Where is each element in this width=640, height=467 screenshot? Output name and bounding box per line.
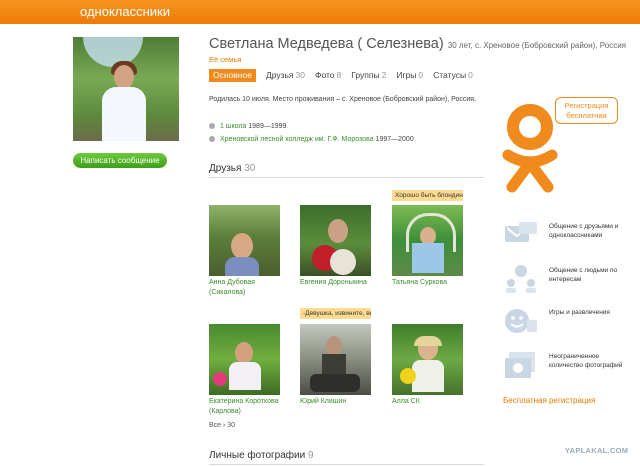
profile-avatar[interactable] bbox=[73, 37, 179, 141]
profile-bio: Родилась 10 июля. Место проживания – с. … bbox=[209, 96, 477, 103]
education-item: 1 школа 1989—1999 bbox=[209, 123, 286, 130]
chat-bubbles-icon bbox=[505, 222, 537, 242]
school-link[interactable]: 1 школа bbox=[220, 123, 246, 130]
school-years: 1989—1999 bbox=[248, 123, 287, 130]
friend-status-tooltip: Хорошо быть блондин bbox=[392, 190, 463, 201]
friend-name[interactable]: Юрий Клишин bbox=[300, 397, 380, 407]
friend-name[interactable]: Татьяна Суркова bbox=[392, 278, 472, 288]
friend-name[interactable]: Анна Дубовая (Сикалова) bbox=[209, 278, 289, 298]
friend-photo[interactable] bbox=[392, 324, 463, 395]
watermark-text: YAPLAKAL.COM bbox=[565, 446, 629, 455]
tab-friends[interactable]: Друзья 30 bbox=[266, 69, 305, 82]
profile-tabs: Основное Друзья 30 Фото 8 Группы 2 Игры 0 Ст… bbox=[209, 69, 483, 82]
send-message-button[interactable]: Написать сообщение bbox=[73, 153, 167, 168]
tab-main[interactable]: Основное bbox=[209, 69, 256, 82]
odnoklassniki-logo-icon bbox=[502, 104, 558, 193]
friend-card[interactable]: Екатерина Короткова (Карлова) bbox=[209, 324, 289, 417]
profile-name-line: Светлана Медведева ( Селезнева) 30 лет, … bbox=[209, 36, 626, 52]
friend-photo[interactable] bbox=[300, 324, 371, 395]
tab-photos[interactable]: Фото 8 bbox=[315, 69, 341, 82]
people-interests-icon bbox=[506, 265, 536, 293]
personal-photos-title[interactable]: Личные фотографии 9 bbox=[209, 450, 314, 461]
games-smiley-icon bbox=[505, 309, 537, 333]
education-item: Хреновской лесной колледж им. Г.Ф. Мороз… bbox=[209, 136, 414, 143]
top-bar: одноклассники bbox=[0, 0, 640, 24]
friend-card[interactable]: Евгения Доронькина bbox=[300, 205, 380, 288]
promo-feature-text: Игры и развлечения bbox=[549, 309, 610, 316]
tab-statuses[interactable]: Статусы 0 bbox=[433, 69, 473, 82]
friend-photo[interactable] bbox=[392, 205, 463, 276]
promo-feature-text: Общение с друзьями и одноклассниками bbox=[549, 223, 619, 239]
college-icon bbox=[209, 136, 215, 143]
friend-card[interactable]: Татьяна Суркова bbox=[392, 205, 472, 288]
friend-name[interactable]: Евгения Доронькина bbox=[300, 278, 380, 288]
site-logo[interactable]: одноклассники bbox=[80, 4, 170, 19]
friend-card[interactable]: Юрий Клишин bbox=[300, 324, 380, 407]
school-icon bbox=[209, 123, 215, 130]
friend-photo[interactable] bbox=[209, 205, 280, 276]
friends-section-title[interactable]: Друзья 30 bbox=[209, 163, 255, 174]
friend-photo[interactable] bbox=[209, 324, 280, 395]
promo-feature-text: Неограниченное количество фотографий bbox=[549, 353, 623, 369]
friend-status-tooltip: -Девушка, извините, вы bbox=[300, 308, 371, 319]
college-link[interactable]: Хреновской лесной колледж им. Г.Ф. Мороз… bbox=[220, 136, 374, 143]
tab-games[interactable]: Игры 0 bbox=[396, 69, 423, 82]
friend-card[interactable]: Алла СК bbox=[392, 324, 472, 407]
family-link[interactable]: Её семья bbox=[209, 55, 241, 64]
tab-groups[interactable]: Группы 2 bbox=[351, 69, 386, 82]
friend-photo[interactable] bbox=[300, 205, 371, 276]
registration-bubble[interactable]: Регистрация бесплатная bbox=[555, 97, 618, 124]
friend-card[interactable]: Анна Дубовая (Сикалова) bbox=[209, 205, 289, 298]
divider bbox=[209, 464, 484, 465]
photo-camera-icon bbox=[505, 352, 535, 378]
college-years: 1997—2000 bbox=[375, 136, 414, 143]
profile-details: 30 лет, с. Хреновое (Бобровский район), … bbox=[447, 41, 627, 50]
divider bbox=[209, 177, 484, 178]
friend-name[interactable]: Екатерина Короткова (Карлова) bbox=[209, 397, 289, 417]
all-friends-link[interactable]: Все › 30 bbox=[209, 422, 235, 429]
free-registration-link[interactable]: Бесплатная регистрация bbox=[503, 396, 595, 405]
profile-name: Светлана Медведева ( Селезнева) bbox=[209, 36, 444, 52]
promo-feature-text: Общение с людьми по интересам bbox=[549, 267, 618, 283]
friend-name[interactable]: Алла СК bbox=[392, 397, 472, 407]
